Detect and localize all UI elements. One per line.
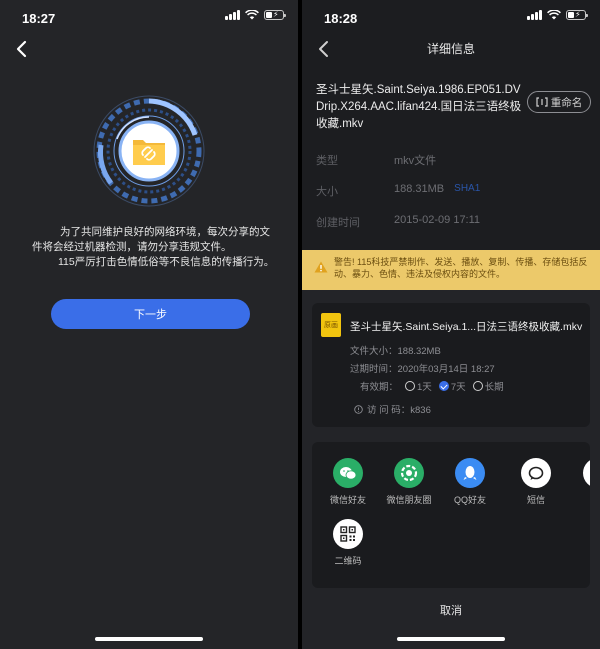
created-value: 2015-02-09 17:11 xyxy=(394,214,481,226)
size-label: 大小 xyxy=(316,186,338,198)
qq-icon xyxy=(455,458,485,488)
wifi-icon xyxy=(245,10,259,20)
next-step-button[interactable]: 下一步 xyxy=(51,299,250,329)
right-screen: 18:28 ⚡ 详细信息 圣斗士星矢.Saint.Seiya.1986.EP05… xyxy=(302,0,600,649)
share-file-name: 圣斗士星矢.Saint.Seiya.1...日法三语终极收藏.mkv xyxy=(350,321,583,333)
share-qq-friend[interactable]: QQ好友 xyxy=(440,458,500,506)
chevron-left-icon xyxy=(16,40,27,58)
status-time: 18:27 xyxy=(22,11,56,26)
info-row-size: 大小 188.31MB SHA1 xyxy=(316,183,480,199)
rename-icon xyxy=(536,97,548,107)
validity-selector: 有效期： 1天 7天 长期 xyxy=(360,379,504,393)
wifi-icon xyxy=(547,10,561,20)
file-title: 圣斗士星矢.Saint.Seiya.1986.EP051.DVDrip.X264… xyxy=(316,84,522,130)
share-wechat-friend[interactable]: 微信好友 xyxy=(318,458,378,506)
cancel-button[interactable]: 取消 xyxy=(302,597,600,625)
qrcode-icon xyxy=(333,519,363,549)
page-title: 详细信息 xyxy=(426,42,475,56)
share-copy[interactable]: 复 xyxy=(568,458,590,506)
type-value: mkv文件 xyxy=(394,155,437,167)
notice-line: 为了共同维护良好的网络环境，每次分享的文 xyxy=(60,226,270,238)
battery-icon: ⚡ xyxy=(264,10,286,20)
status-time: 18:28 xyxy=(324,11,358,26)
validity-option-forever[interactable]: 长期 xyxy=(472,379,504,393)
type-label: 类型 xyxy=(316,155,338,167)
notice-line: 件将会经过机器检测，请勿分享违规文件。 xyxy=(32,241,232,253)
rename-button[interactable]: 重命名 xyxy=(527,91,591,113)
info-row-type: 类型 mkv文件 xyxy=(316,152,436,168)
status-icons: ⚡ xyxy=(527,10,588,20)
home-indicator[interactable] xyxy=(95,637,203,641)
share-card: 原画 圣斗士星矢.Saint.Seiya.1...日法三语终极收藏.mkv 文件… xyxy=(312,303,590,427)
wechat-icon xyxy=(333,458,363,488)
moments-icon xyxy=(394,458,424,488)
share-sheet: 原画 圣斗士星矢.Saint.Seiya.1...日法三语终极收藏.mkv 文件… xyxy=(302,290,600,649)
share-file-size: 文件大小：188.32MB xyxy=(350,346,441,357)
notice-line: 115严厉打击色情低俗等不良信息的传播行为。 xyxy=(58,256,275,268)
validity-option-1day[interactable]: 1天 xyxy=(405,379,432,393)
warning-banner: 警告! 115科技严禁制作、发送、播放、复制、传播、存储包括反动、暴力、色情、违… xyxy=(302,250,600,290)
file-type-icon: 原画 xyxy=(321,313,341,337)
status-bar: 18:28 ⚡ xyxy=(302,0,600,36)
sha1-link[interactable]: SHA1 xyxy=(454,183,480,199)
warning-text: 警告! 115科技严禁制作、发送、播放、复制、传播、存储包括反动、暴力、色情、违… xyxy=(334,257,588,279)
radio-icon xyxy=(405,381,416,391)
created-label: 创建时间 xyxy=(316,217,360,229)
access-code-text: 访 问 码：k836 xyxy=(367,405,431,416)
left-screen: 18:27 ⚡ 为了共同维护良好的网络环境，每次分享的文 件将会经过机器检测，请… xyxy=(0,0,298,649)
info-icon xyxy=(354,404,363,414)
radio-icon xyxy=(472,381,483,391)
size-value: 188.31MB xyxy=(394,183,445,195)
validity-option-7days[interactable]: 7天 xyxy=(438,379,466,393)
copy-icon xyxy=(583,458,590,488)
scanning-folder-icon xyxy=(93,95,205,207)
share-sms[interactable]: 短信 xyxy=(506,458,566,506)
validity-label: 有效期： xyxy=(360,382,399,393)
status-bar: 18:27 ⚡ xyxy=(0,0,298,36)
cellular-signal-icon xyxy=(527,10,542,20)
home-indicator[interactable] xyxy=(397,637,505,641)
battery-icon: ⚡ xyxy=(566,10,588,20)
back-button[interactable] xyxy=(8,36,34,62)
info-row-created: 创建时间 2015-02-09 17:11 xyxy=(316,214,480,230)
sms-icon xyxy=(521,458,551,488)
access-code: 访 问 码：k836 xyxy=(354,402,431,416)
share-qrcode[interactable]: 二维码 xyxy=(318,519,378,567)
share-notice: 为了共同维护良好的网络环境，每次分享的文 件将会经过机器检测，请勿分享违规文件。… xyxy=(30,225,280,270)
radio-checked-icon xyxy=(438,381,449,391)
rename-label: 重命名 xyxy=(550,96,583,109)
cellular-signal-icon xyxy=(225,10,240,20)
warning-icon xyxy=(314,261,328,273)
share-wechat-moments[interactable]: 微信朋友圈 xyxy=(379,458,439,506)
status-icons: ⚡ xyxy=(225,10,286,20)
share-expire-time: 过期时间：2020年03月14日 18:27 xyxy=(350,364,495,375)
share-targets-panel: 微信好友 微信朋友圈 QQ好友 短信 二维码 xyxy=(312,442,590,588)
